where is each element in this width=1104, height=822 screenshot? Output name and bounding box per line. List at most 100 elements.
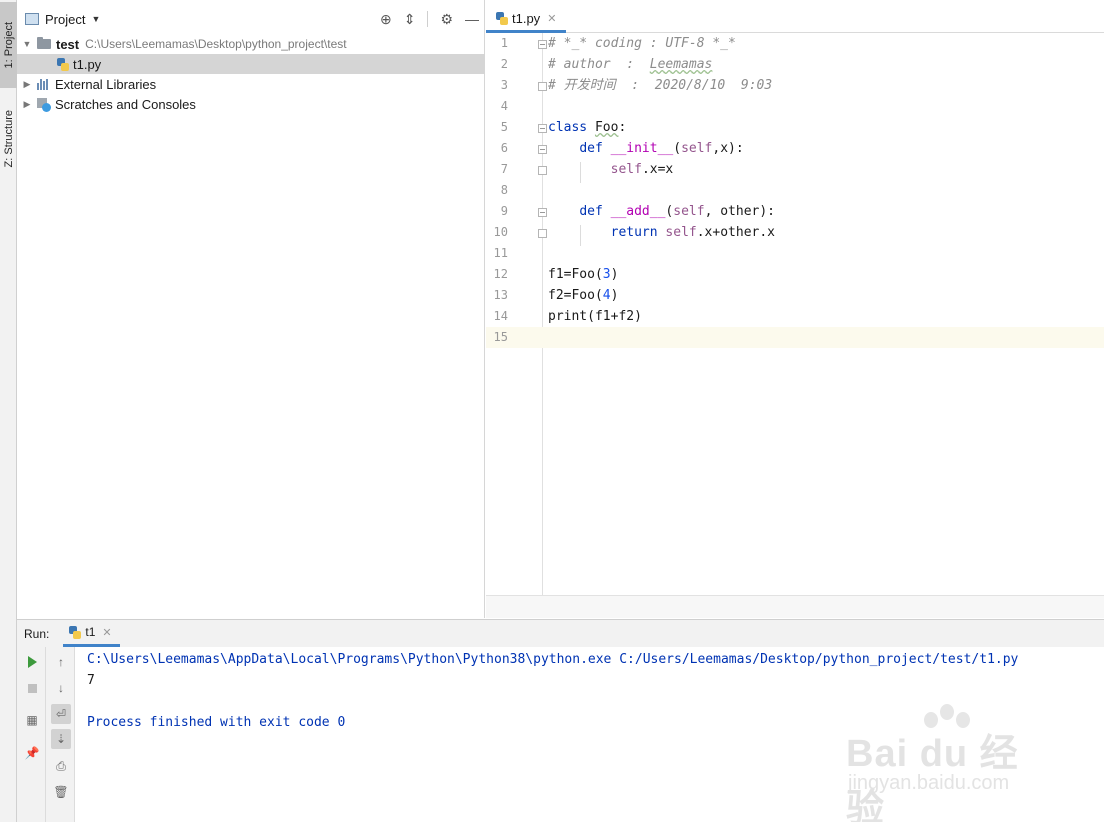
run-label: Run: xyxy=(24,626,50,641)
stop-button[interactable] xyxy=(22,678,42,698)
line-number: 8 xyxy=(500,183,508,197)
project-panel-header: Project ▼ ⊕ ⇕ ⚙ — xyxy=(17,6,485,32)
line-number: 10 xyxy=(493,225,508,239)
editor-breadcrumb-bar xyxy=(486,595,1104,618)
folder-icon xyxy=(37,37,51,49)
line-number: 14 xyxy=(493,309,508,323)
code-keyword: def xyxy=(579,141,603,156)
line-number: 1 xyxy=(500,36,508,50)
chevron-right-icon[interactable]: ▶ xyxy=(21,99,33,110)
code-line-7[interactable]: self.x=x xyxy=(548,159,674,180)
code-function-name: __add__ xyxy=(610,204,666,219)
locate-icon[interactable]: ⊕ xyxy=(380,11,392,28)
close-icon[interactable]: ✕ xyxy=(547,12,556,25)
code-line-1[interactable]: # *_* coding : UTF-8 *_* xyxy=(548,33,736,54)
tree-item-external-libraries[interactable]: ▶ External Libraries xyxy=(17,74,485,94)
code-text: ) xyxy=(610,288,619,303)
code-self: self xyxy=(681,141,713,156)
fold-marker-icon[interactable] xyxy=(538,82,547,91)
line-number: 13 xyxy=(493,288,508,302)
code-text: .x=x xyxy=(641,162,674,177)
run-toolbar-secondary: ↑ ↓ ⏎ ⇣ ⎙ 🗑 xyxy=(46,647,75,822)
chevron-down-icon[interactable]: ▼ xyxy=(21,39,33,49)
chevron-down-icon[interactable]: ▼ xyxy=(91,14,100,24)
code-line-3[interactable]: # 开发时间 : 2020/8/10 9:03 xyxy=(548,75,772,96)
pin-icon: 📌 xyxy=(24,746,40,760)
collapse-all-icon[interactable]: ⇕ xyxy=(404,11,416,28)
scroll-down-button[interactable]: ↓ xyxy=(51,678,71,698)
scroll-up-button[interactable]: ↑ xyxy=(51,652,71,672)
pin-button[interactable]: 📌 xyxy=(22,743,42,763)
code-line-2[interactable]: # author : Leemamas xyxy=(548,54,712,75)
code-comment-author: Leemamas xyxy=(649,57,713,72)
code-line-6[interactable]: def __init__(self,x): xyxy=(548,138,744,159)
arrow-down-icon: ↓ xyxy=(58,681,64,695)
tree-item-path: C:\Users\Leemamas\Desktop\python_project… xyxy=(85,37,347,51)
tree-item-label: External Libraries xyxy=(55,76,157,92)
code-text: f1=Foo( xyxy=(548,267,603,282)
tree-item-scratches[interactable]: ▶ Scratches and Consoles xyxy=(17,94,485,114)
fold-marker-icon[interactable] xyxy=(538,229,547,238)
tree-item-t1-py[interactable]: t1.py xyxy=(17,54,485,74)
python-file-icon xyxy=(57,57,69,71)
left-tool-strip: 1: Project Z: Structure xyxy=(0,0,17,822)
layout-icon: ▦ xyxy=(26,713,38,727)
run-panel-header: Run: t1 ✕ xyxy=(17,620,1104,647)
code-line-12[interactable]: f1=Foo(3) xyxy=(548,264,618,285)
chevron-right-icon[interactable]: ▶ xyxy=(21,79,33,90)
code-line-5[interactable]: class Foo: xyxy=(548,117,626,138)
side-tab-structure[interactable]: Z: Structure xyxy=(0,96,17,182)
line-number: 2 xyxy=(500,57,508,71)
project-view-selector[interactable]: Project xyxy=(45,12,85,27)
fold-marker-icon[interactable] xyxy=(538,124,547,133)
scroll-end-icon: ⇣ xyxy=(55,732,67,746)
line-number: 6 xyxy=(500,141,508,155)
watermark-url: jingyan.baidu.com xyxy=(848,772,1010,794)
code-text: : xyxy=(618,120,627,135)
code-line-10[interactable]: return self.x+other.x xyxy=(548,222,775,243)
run-tab-t1[interactable]: t1 ✕ xyxy=(63,620,120,647)
line-number-gutter: 1 2 3 4 5 6 7 8 9 10 11 12 13 14 15 xyxy=(486,33,547,595)
trash-icon: 🗑 xyxy=(53,785,69,799)
wrap-icon: ⏎ xyxy=(55,707,67,721)
tree-item-test[interactable]: ▼ test C:\Users\Leemamas\Desktop\python_… xyxy=(17,34,485,54)
code-line-13[interactable]: f2=Foo(4) xyxy=(548,285,618,306)
fold-marker-icon[interactable] xyxy=(538,208,547,217)
fold-marker-icon[interactable] xyxy=(538,166,547,175)
code-text: .x+other.x xyxy=(696,225,776,240)
line-number: 11 xyxy=(493,246,508,260)
code-line-9[interactable]: def __add__(self, other): xyxy=(548,201,775,222)
gear-icon[interactable]: ⚙ xyxy=(440,11,453,28)
code-number: 3 xyxy=(602,267,611,282)
fold-marker-icon[interactable] xyxy=(538,40,547,49)
code-number: 4 xyxy=(602,288,611,303)
print-button[interactable]: ⎙ xyxy=(51,756,71,776)
code-text: print(f1+f2) xyxy=(548,309,642,324)
clear-button[interactable]: 🗑 xyxy=(51,782,71,802)
scroll-to-end-button[interactable]: ⇣ xyxy=(51,729,71,749)
fold-marker-icon[interactable] xyxy=(538,145,547,154)
stop-icon xyxy=(27,683,37,693)
python-file-icon xyxy=(496,11,508,25)
side-tab-project[interactable]: 1: Project xyxy=(0,2,17,88)
soft-wrap-button[interactable]: ⏎ xyxy=(51,704,71,724)
hide-panel-icon[interactable]: — xyxy=(465,11,479,27)
code-comment: # 开发时间 : 2020/8/10 9:03 xyxy=(548,78,773,93)
code-line-14[interactable]: print(f1+f2) xyxy=(548,306,642,327)
code-text: ,x): xyxy=(712,141,744,156)
rerun-button[interactable] xyxy=(22,652,42,672)
line-number: 15 xyxy=(493,330,508,344)
editor-tab-t1-py[interactable]: t1.py ✕ xyxy=(486,6,566,33)
tree-item-label: test xyxy=(56,36,80,52)
play-icon xyxy=(27,656,37,668)
layout-button[interactable]: ▦ xyxy=(22,710,42,730)
code-self: self xyxy=(673,204,705,219)
close-icon[interactable]: ✕ xyxy=(102,626,111,639)
editor-tab-label: t1.py xyxy=(512,10,541,26)
code-comment: # author : xyxy=(548,57,650,72)
library-icon xyxy=(37,78,51,90)
arrow-up-icon: ↑ xyxy=(58,655,64,669)
code-editor: t1.py ✕ 1 2 3 4 5 6 7 8 9 10 11 12 13 14… xyxy=(486,0,1104,618)
code-text: ) xyxy=(610,267,619,282)
console-line-output: 7 xyxy=(87,673,95,688)
